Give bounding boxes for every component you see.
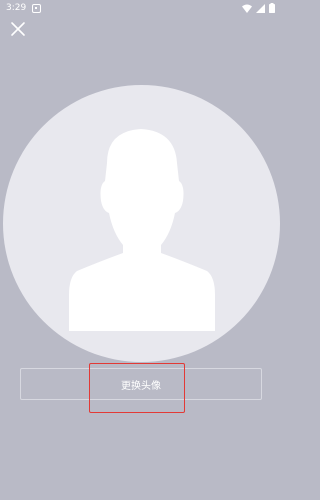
avatar-edit-screen: 3:29 更换头像 xyxy=(0,0,281,500)
status-time: 3:29 xyxy=(6,3,27,13)
status-bar: 3:29 xyxy=(0,0,281,16)
default-avatar-silhouette-icon xyxy=(69,129,215,331)
notification-icon xyxy=(32,3,42,13)
status-left: 3:29 xyxy=(6,3,42,13)
close-button[interactable] xyxy=(9,20,27,38)
avatar-image[interactable] xyxy=(3,85,280,362)
change-avatar-label: 更换头像 xyxy=(121,380,161,392)
close-icon xyxy=(11,22,25,36)
cellular-signal-icon xyxy=(256,3,265,13)
wifi-icon xyxy=(242,4,252,13)
battery-icon xyxy=(269,3,275,13)
change-avatar-button[interactable]: 更换头像 xyxy=(20,368,262,400)
status-right xyxy=(242,3,275,13)
